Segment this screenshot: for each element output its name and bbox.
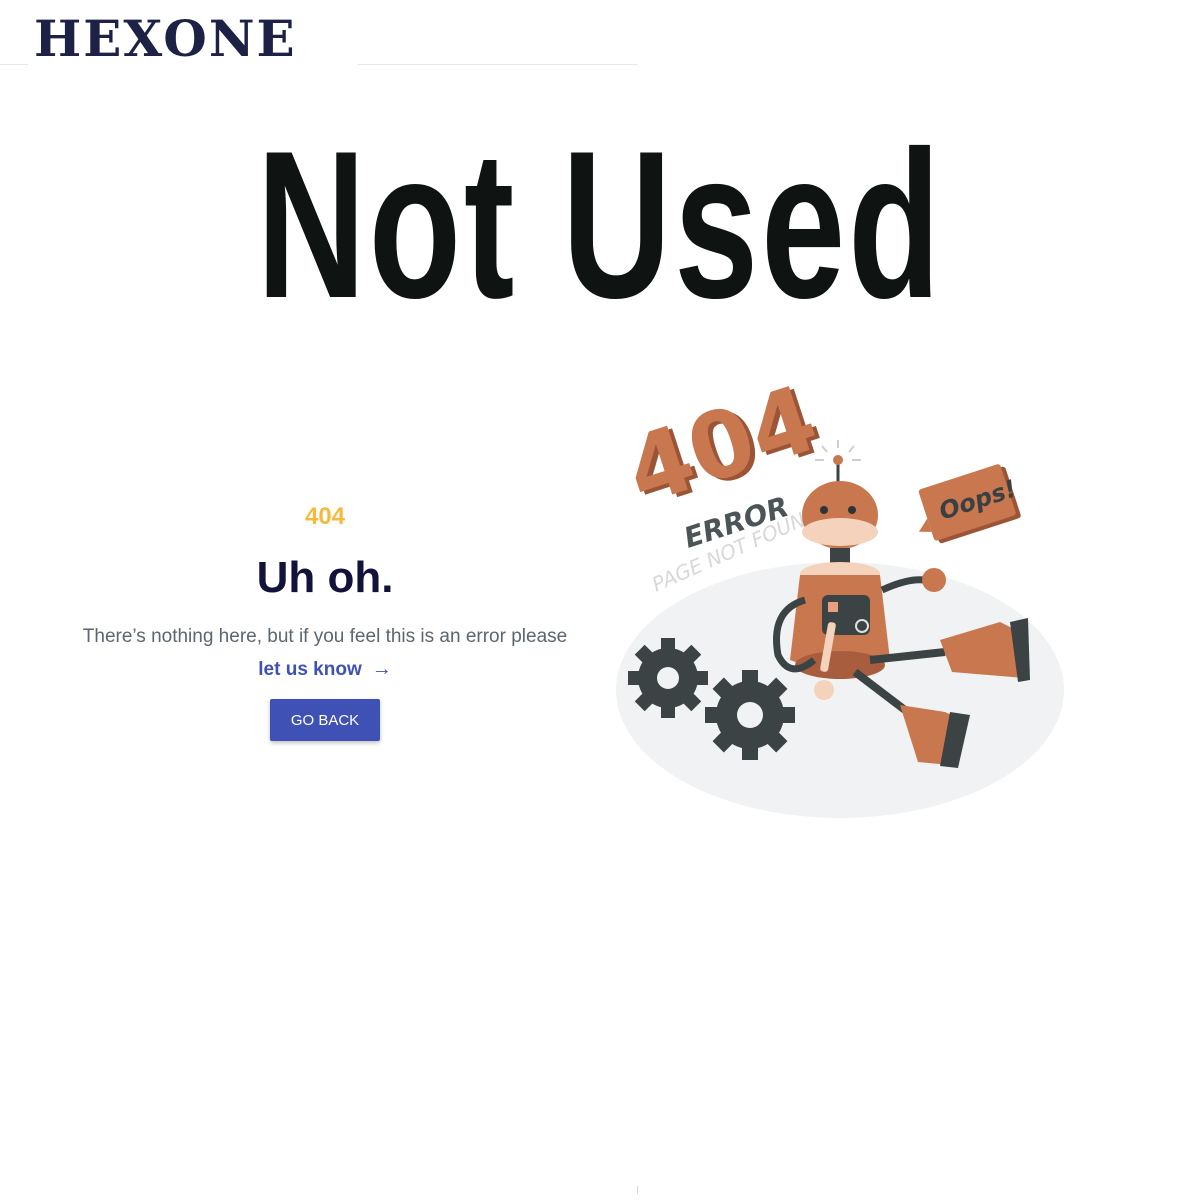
error-message-block: 404 Uh oh. There’s nothing here, but if … (60, 500, 590, 741)
go-back-button[interactable]: GO BACK (270, 699, 380, 741)
let-us-know-label: let us know (258, 659, 362, 680)
404-number: 404 404 (614, 365, 835, 529)
page-title: Not Used (256, 107, 944, 342)
header-divider-right (358, 64, 638, 65)
logo[interactable]: HEXONE (34, 10, 344, 68)
error-code: 404 (304, 503, 346, 530)
scroll-indicator (637, 1186, 638, 1194)
speech-bubble: Oops! (918, 464, 1021, 544)
header-divider-left (0, 64, 28, 65)
arrow-right-icon: → (371, 658, 392, 680)
gear-icon (628, 638, 708, 718)
gear-icon (705, 670, 795, 760)
robot-404-illustration: 404 404 ERROR PAGE NOT FOUND Oops! (614, 365, 1064, 818)
let-us-know-link[interactable]: let us know → (258, 656, 391, 683)
error-description: There’s nothing here, but if you feel th… (82, 626, 568, 647)
error-heading: Uh oh. (256, 553, 394, 602)
